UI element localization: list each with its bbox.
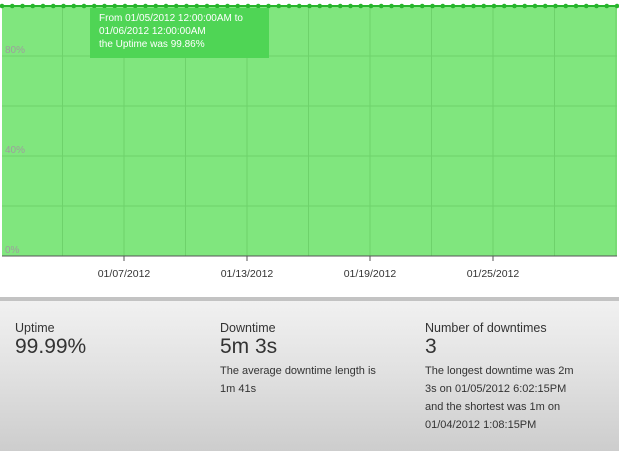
series-point[interactable]: [399, 3, 405, 9]
series-point[interactable]: [30, 3, 36, 9]
downtime-label: Downtime: [220, 321, 276, 335]
series-point[interactable]: [460, 3, 466, 9]
series-point[interactable]: [532, 3, 538, 9]
tooltip-line-2: 01/06/2012 12:00:00AM: [99, 26, 206, 37]
series-point[interactable]: [9, 3, 15, 9]
series-point[interactable]: [491, 3, 497, 9]
series-point[interactable]: [553, 3, 558, 9]
series-point[interactable]: [368, 3, 374, 9]
downtimes-count-label: Number of downtimes: [425, 321, 547, 335]
series-point[interactable]: [594, 3, 599, 9]
downtime-desc-line: 1m 41s: [220, 383, 257, 395]
uptime-label: Uptime: [15, 321, 55, 335]
series-point[interactable]: [501, 3, 507, 9]
downtimes-desc-line: 3s on 01/05/2012 6:02:15PM: [425, 383, 567, 395]
y-tick-label: 40%: [5, 145, 25, 156]
series-point[interactable]: [471, 3, 476, 9]
downtime-description: The average downtime length is 1m 41s: [220, 362, 376, 398]
downtimes-desc-line: 01/04/2012 1:08:15PM: [425, 419, 537, 431]
y-tick-label: 80%: [5, 45, 25, 56]
stats-panel: Uptime 99.99% Downtime 5m 3s The average…: [0, 297, 619, 451]
downtimes-desc-line: The longest downtime was 2m: [425, 365, 574, 377]
series-point[interactable]: [307, 3, 312, 9]
series-point[interactable]: [409, 3, 415, 9]
series-point[interactable]: [317, 3, 323, 9]
series-point[interactable]: [20, 3, 25, 9]
series-point[interactable]: [81, 3, 87, 9]
series-point[interactable]: [542, 3, 548, 9]
downtimes-desc-line: and the shortest was 1m on: [425, 401, 561, 413]
series-point[interactable]: [522, 3, 528, 9]
series-point[interactable]: [430, 3, 435, 9]
downtimes-description: The longest downtime was 2m 3s on 01/05/…: [425, 362, 574, 434]
downtime-desc-line: The average downtime length is: [220, 365, 376, 377]
series-point[interactable]: [512, 3, 517, 9]
series-point[interactable]: [481, 3, 487, 9]
series-point[interactable]: [389, 3, 394, 9]
downtimes-count-value: 3: [425, 335, 437, 358]
series-point[interactable]: [450, 3, 456, 9]
downtimes-count-stat: Number of downtimes 3 The longest downti…: [425, 320, 574, 434]
series-point[interactable]: [358, 3, 364, 9]
series-point[interactable]: [327, 3, 333, 9]
series-point[interactable]: [604, 3, 610, 9]
x-tick-label: 01/25/2012: [467, 268, 520, 280]
series-point[interactable]: [286, 3, 292, 9]
series-point[interactable]: [348, 3, 353, 9]
tooltip-line-1: From 01/05/2012 12:00:00AM to: [99, 13, 243, 24]
uptime-stat: Uptime 99.99%: [15, 320, 86, 358]
downtime-stat: Downtime 5m 3s The average downtime leng…: [220, 320, 376, 398]
series-point[interactable]: [71, 3, 77, 9]
series-point[interactable]: [419, 3, 425, 9]
x-tick-label: 01/13/2012: [221, 268, 274, 280]
series-point[interactable]: [50, 3, 56, 9]
chart-tooltip: From 01/05/2012 12:00:00AM to 01/06/2012…: [90, 8, 269, 58]
downtime-value: 5m 3s: [220, 335, 278, 358]
series-point[interactable]: [440, 3, 446, 9]
series-point[interactable]: [583, 3, 589, 9]
series-point[interactable]: [61, 3, 66, 9]
tooltip-line-3: the Uptime was 99.86%: [99, 39, 205, 50]
x-axis: 01/07/2012 01/13/2012 01/19/2012 01/25/2012: [98, 256, 520, 280]
y-tick-label: 0%: [5, 245, 20, 256]
series-point[interactable]: [276, 3, 282, 9]
series-point[interactable]: [337, 3, 343, 9]
x-tick-label: 01/19/2012: [344, 268, 397, 280]
series-point[interactable]: [573, 3, 579, 9]
uptime-value: 99.99%: [15, 335, 87, 358]
x-tick-label: 01/07/2012: [98, 268, 151, 280]
series-point[interactable]: [563, 3, 569, 9]
series-point[interactable]: [378, 3, 384, 9]
series-point[interactable]: [40, 3, 46, 9]
series-point[interactable]: [296, 3, 302, 9]
